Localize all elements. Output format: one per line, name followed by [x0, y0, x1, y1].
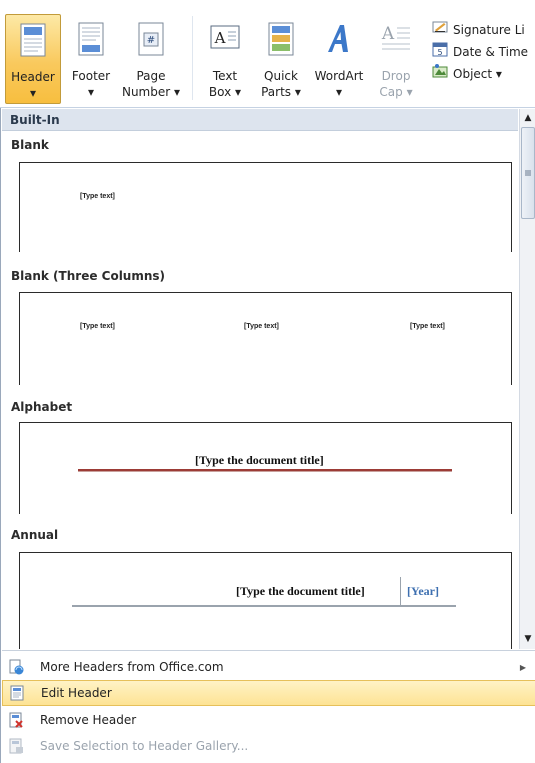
gallery-item-title: Blank (Three Columns)	[11, 269, 166, 283]
svg-text:#: #	[147, 35, 155, 46]
header-button[interactable]: Header ▾	[5, 14, 61, 104]
quick-parts-icon	[268, 22, 294, 60]
svg-text:5: 5	[437, 48, 442, 57]
page-number-label: Page	[136, 69, 166, 83]
wordart-button[interactable]: WordArt ▾	[310, 14, 368, 104]
document-title-placeholder: [Type the document title]	[195, 453, 324, 467]
office-online-icon	[2, 659, 30, 675]
edit-header-icon	[3, 685, 31, 701]
title-divider	[400, 577, 401, 607]
year-placeholder: [Year]	[407, 584, 439, 598]
gallery-item-blank-three-columns[interactable]: [Type text] [Type text] [Type text]	[19, 292, 512, 385]
save-selection-to-header-gallery[interactable]: Save Selection to Header Gallery...	[2, 733, 535, 759]
quick-parts-label-2: Parts ▾	[261, 85, 301, 99]
header-dropdown-arrow: ▾	[29, 86, 37, 100]
gallery-scrollbar[interactable]: ▲ ▼	[519, 109, 535, 649]
text-box-label: Text	[212, 69, 238, 83]
object-icon	[432, 63, 448, 85]
quick-parts-button[interactable]: Quick Parts ▾	[254, 14, 308, 104]
drop-cap-label: Drop	[381, 69, 411, 83]
quick-parts-label: Quick	[264, 69, 298, 83]
edit-header-label: Edit Header	[41, 686, 112, 700]
placeholder-text: [Type text]	[80, 193, 115, 200]
page-number-button[interactable]: # Page Number ▾	[120, 14, 182, 104]
document-title-placeholder: [Type the document title]	[236, 584, 365, 598]
date-time-button[interactable]: 5 Date & Time	[432, 42, 528, 62]
date-time-label: Date & Time	[453, 45, 529, 59]
edit-header[interactable]: Edit Header	[2, 680, 535, 706]
save-selection-icon	[2, 738, 30, 754]
submenu-arrow-icon: ▶	[519, 662, 526, 672]
remove-header[interactable]: Remove Header	[2, 707, 535, 733]
svg-text:A: A	[381, 24, 395, 44]
footer-icon	[78, 22, 104, 60]
text-box-label-2: Box ▾	[208, 85, 242, 99]
remove-header-label: Remove Header	[40, 713, 137, 727]
gallery-item-title: Blank	[11, 138, 49, 152]
drop-cap-icon: A	[380, 22, 412, 58]
more-headers-from-office-com[interactable]: More Headers from Office.com ▶	[2, 654, 535, 680]
grip-icon	[525, 170, 531, 176]
gallery-category-built-in: Built-In	[2, 109, 518, 131]
gallery-item-title: Annual	[11, 528, 59, 542]
remove-header-icon	[2, 712, 30, 728]
placeholder-text-left: [Type text]	[80, 323, 115, 330]
scroll-thumb[interactable]	[521, 127, 535, 219]
save-selection-label: Save Selection to Header Gallery...	[40, 739, 249, 753]
title-rule	[72, 605, 456, 607]
title-rule	[78, 469, 452, 472]
wordart-label: WordArt	[314, 69, 364, 83]
page-number-icon: #	[138, 22, 164, 60]
footer-dropdown-arrow: ▾	[87, 85, 95, 99]
page-number-label-2: Number ▾	[121, 85, 181, 99]
text-box-button[interactable]: A Text Box ▾	[198, 14, 252, 104]
header-dropdown-panel: Built-In Blank [Type text] Blank (Three …	[0, 108, 535, 763]
drop-cap-label-2: Cap ▾	[379, 85, 413, 99]
object-label: Object ▾	[453, 67, 502, 81]
date-time-icon: 5	[432, 41, 448, 63]
header-menu: More Headers from Office.com ▶ Edit Head…	[2, 650, 535, 763]
header-label: Header	[11, 70, 55, 84]
text-box-icon: A	[209, 22, 241, 56]
drop-cap-button[interactable]: A Drop Cap ▾	[370, 14, 422, 104]
ribbon-separator	[192, 16, 193, 100]
signature-line-label: Signature Li	[453, 23, 525, 37]
gallery-item-annual[interactable]: [Type the document title] [Year]	[19, 552, 512, 649]
scroll-down-arrow-icon[interactable]: ▼	[520, 631, 535, 647]
gallery-item-alphabet[interactable]: [Type the document title]	[19, 422, 512, 514]
insert-ribbon: Header ▾ Footer ▾ # Page Number ▾ A Text…	[0, 0, 535, 108]
gallery-item-title: Alphabet	[11, 400, 73, 414]
header-icon	[20, 23, 46, 61]
svg-text:A: A	[214, 29, 226, 47]
more-headers-label: More Headers from Office.com	[40, 660, 224, 674]
footer-label: Footer	[71, 69, 111, 83]
scroll-up-arrow-icon[interactable]: ▲	[520, 110, 535, 126]
gallery-item-blank[interactable]: [Type text]	[19, 162, 512, 252]
wordart-dropdown-arrow: ▾	[335, 85, 343, 99]
signature-line-button[interactable]: Signature Li	[432, 20, 525, 40]
placeholder-text-right: [Type text]	[410, 323, 445, 330]
header-gallery: Built-In Blank [Type text] Blank (Three …	[2, 109, 518, 649]
signature-line-icon	[432, 19, 448, 41]
wordart-icon	[324, 22, 354, 60]
footer-button[interactable]: Footer ▾	[64, 14, 118, 104]
object-button[interactable]: Object ▾	[432, 64, 502, 84]
placeholder-text-center: [Type text]	[244, 323, 279, 330]
